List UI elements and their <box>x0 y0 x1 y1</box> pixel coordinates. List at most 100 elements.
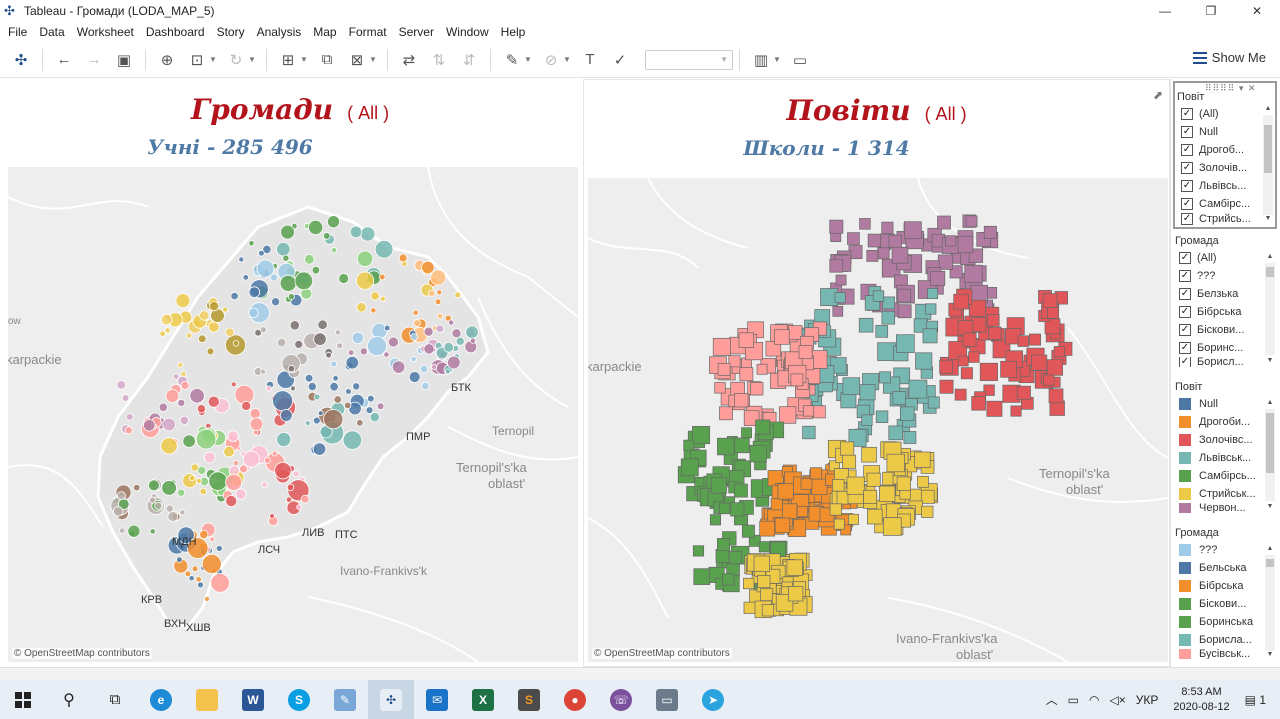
school-square[interactable] <box>954 388 967 401</box>
school-square[interactable] <box>734 437 750 454</box>
community-bubble[interactable] <box>383 324 391 332</box>
school-square[interactable] <box>834 292 846 304</box>
redo-icon[interactable]: → <box>81 47 107 73</box>
menu-worksheet[interactable]: Worksheet <box>71 22 140 42</box>
community-bubble[interactable] <box>370 307 377 314</box>
school-square[interactable] <box>897 288 912 303</box>
community-bubble[interactable] <box>197 334 207 344</box>
community-bubble[interactable] <box>142 419 156 432</box>
school-square[interactable] <box>774 517 791 534</box>
legend-item[interactable]: Бусівськ... <box>1173 649 1277 659</box>
school-square[interactable] <box>1046 359 1063 376</box>
community-bubble[interactable] <box>197 581 204 589</box>
community-bubble[interactable] <box>387 336 399 348</box>
school-square[interactable] <box>888 425 904 441</box>
school-square[interactable] <box>810 467 823 480</box>
community-bubble[interactable] <box>177 398 186 407</box>
community-bubble[interactable] <box>329 381 339 392</box>
school-square[interactable] <box>927 288 939 299</box>
school-square[interactable] <box>796 505 809 518</box>
checkbox-checked-icon[interactable]: ✓ <box>1179 306 1191 318</box>
school-square[interactable] <box>709 514 722 526</box>
community-bubble[interactable] <box>279 408 293 422</box>
community-bubble[interactable] <box>180 380 190 390</box>
school-square[interactable] <box>882 296 895 310</box>
school-square[interactable] <box>833 518 845 530</box>
community-bubble[interactable] <box>391 360 406 374</box>
community-bubble[interactable] <box>376 402 385 411</box>
community-bubble[interactable] <box>239 464 249 474</box>
community-bubble[interactable] <box>312 442 327 456</box>
school-square[interactable] <box>692 426 711 445</box>
gromada-filter-item[interactable]: ✓ Борисл... <box>1173 357 1277 367</box>
school-square[interactable] <box>1016 385 1031 400</box>
school-square[interactable] <box>896 334 915 353</box>
menu-analysis[interactable]: Analysis <box>251 22 308 42</box>
school-square[interactable] <box>750 382 764 396</box>
tableau-home-icon[interactable]: ✣ <box>8 47 34 73</box>
community-bubble[interactable] <box>269 513 275 519</box>
community-bubble[interactable] <box>147 479 160 492</box>
community-bubble[interactable] <box>232 340 240 347</box>
community-bubble[interactable] <box>286 483 295 491</box>
community-bubble[interactable] <box>225 327 235 338</box>
scroll-down-icon[interactable]: ▼ <box>1265 357 1275 364</box>
community-bubble[interactable] <box>158 402 168 412</box>
school-square[interactable] <box>930 270 946 286</box>
community-bubble[interactable] <box>116 380 127 390</box>
show-mark-labels-icon[interactable]: T <box>577 47 603 73</box>
school-square[interactable] <box>1053 346 1065 358</box>
community-bubble[interactable] <box>195 576 202 583</box>
community-bubble[interactable] <box>421 381 430 390</box>
community-bubble[interactable] <box>421 260 435 275</box>
community-bubble[interactable] <box>242 274 249 281</box>
community-bubble[interactable] <box>349 225 363 239</box>
school-square[interactable] <box>863 489 878 504</box>
community-bubble[interactable] <box>282 254 290 262</box>
school-square[interactable] <box>883 517 902 536</box>
community-bubble[interactable] <box>365 406 374 415</box>
school-square[interactable] <box>1047 306 1059 319</box>
school-square[interactable] <box>939 359 953 374</box>
school-square[interactable] <box>879 371 892 384</box>
chevron-down-icon[interactable]: ▼ <box>248 55 256 64</box>
school-square[interactable] <box>798 345 813 360</box>
school-square[interactable] <box>728 355 741 368</box>
school-square[interactable] <box>921 505 934 518</box>
community-bubble[interactable] <box>206 347 215 356</box>
community-bubble[interactable] <box>313 332 327 346</box>
community-bubble[interactable] <box>469 337 476 344</box>
community-bubble[interactable] <box>398 253 408 263</box>
community-bubble[interactable] <box>374 239 394 259</box>
community-bubble[interactable] <box>249 407 261 420</box>
povity-view[interactable]: ⬈ Повіти( All ) Школи - 1 314 karpackie … <box>583 79 1170 667</box>
community-bubble[interactable] <box>330 360 338 368</box>
community-bubble[interactable] <box>160 313 173 326</box>
scroll-up-icon[interactable]: ▲ <box>1265 253 1275 260</box>
school-square[interactable] <box>743 601 756 614</box>
community-bubble[interactable] <box>428 289 436 298</box>
school-square[interactable] <box>787 325 803 340</box>
community-bubble[interactable] <box>412 319 421 328</box>
community-bubble[interactable] <box>333 395 342 404</box>
school-square[interactable] <box>945 235 957 247</box>
community-bubble[interactable] <box>162 417 176 432</box>
community-bubble[interactable] <box>287 365 295 373</box>
school-square[interactable] <box>840 441 855 456</box>
community-bubble[interactable] <box>292 470 300 478</box>
taskbar-file-explorer[interactable] <box>184 680 230 719</box>
menu-server[interactable]: Server <box>393 22 440 42</box>
taskbar-excel[interactable]: X <box>460 680 506 719</box>
community-bubble[interactable] <box>182 434 196 448</box>
duplicate-icon[interactable]: ⧉ <box>314 47 340 73</box>
povit-filter-item[interactable]: ✓ Самбірс... <box>1175 195 1275 213</box>
community-bubble[interactable] <box>241 400 252 411</box>
undo-icon[interactable]: ← <box>51 47 77 73</box>
school-square[interactable] <box>714 382 726 394</box>
gromada-filter-item[interactable]: ✓??? <box>1173 267 1277 285</box>
community-bubble[interactable] <box>294 271 314 291</box>
school-square[interactable] <box>922 328 938 344</box>
community-bubble[interactable] <box>188 575 195 582</box>
school-square[interactable] <box>719 406 733 421</box>
community-bubble[interactable] <box>225 473 243 491</box>
